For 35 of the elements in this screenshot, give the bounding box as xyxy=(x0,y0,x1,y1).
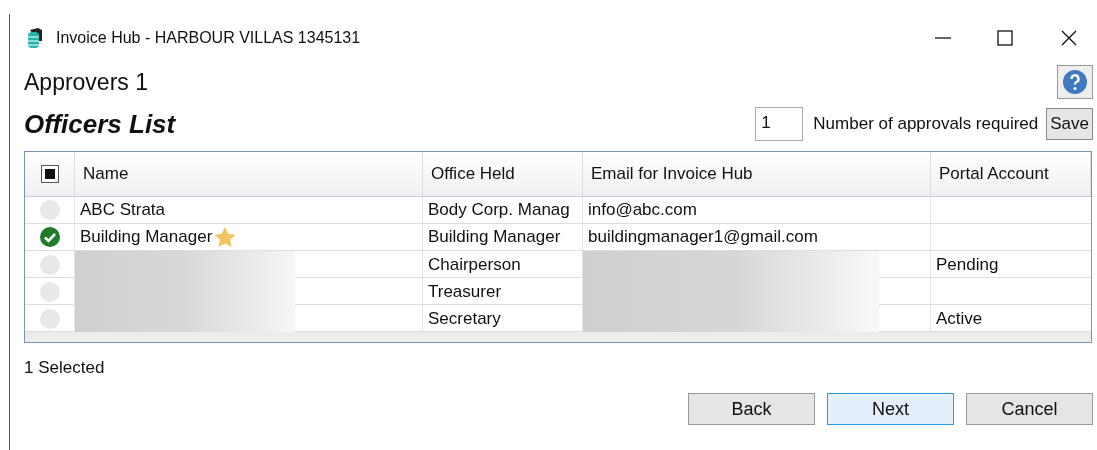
window-title: Invoice Hub - HARBOUR VILLAS 1345131 xyxy=(56,28,361,48)
section-title: Officers List xyxy=(24,107,176,141)
dialog-button[interactable]: Back xyxy=(688,393,815,425)
unchecked-circle-icon[interactable] xyxy=(38,253,61,276)
unchecked-circle-icon[interactable] xyxy=(38,307,61,330)
help-icon xyxy=(1062,69,1088,95)
table-cell-text: Secretary xyxy=(428,307,501,330)
table-cell-text: Body Corp. Manag xyxy=(428,199,570,222)
column-header[interactable]: Name xyxy=(83,161,129,187)
table-cell-text: info@abc.com xyxy=(588,199,697,222)
column-header[interactable]: Portal Account xyxy=(939,161,1049,187)
table-cell-text: buildingmanager1@gmail.com xyxy=(588,226,818,249)
close-icon[interactable] xyxy=(1061,30,1077,46)
column-header[interactable]: Email for Invoice Hub xyxy=(591,161,753,187)
page-heading: Approvers 1 xyxy=(24,67,148,97)
select-all-checkbox[interactable] xyxy=(40,165,59,183)
table-cell-text: Chairperson xyxy=(428,253,521,276)
default-button[interactable]: Next xyxy=(827,393,954,425)
approvals-label: Number of approvals required xyxy=(813,113,1039,136)
save-button[interactable]: Save xyxy=(1046,108,1093,140)
horizontal-scrollbar[interactable] xyxy=(25,332,1091,342)
checked-circle-icon[interactable] xyxy=(38,226,61,248)
table-cell-text: ABC Strata xyxy=(80,199,166,222)
table-cell-text: Treasurer xyxy=(428,280,502,303)
table-cell-text: Pending xyxy=(936,253,999,276)
column-header[interactable]: Office Held xyxy=(431,161,515,187)
unchecked-circle-icon[interactable] xyxy=(38,280,61,303)
approvals-input[interactable]: 1 xyxy=(755,107,804,141)
table-cell-text: Building Manager xyxy=(428,226,561,249)
maximize-icon[interactable] xyxy=(997,30,1013,46)
selection-count: 1 Selected xyxy=(24,357,105,380)
dialog-button[interactable]: Cancel xyxy=(966,393,1093,425)
table-cell-text: Building Manager xyxy=(80,226,213,249)
table-cell-text: Active xyxy=(936,307,983,330)
help-button[interactable] xyxy=(1057,65,1093,99)
